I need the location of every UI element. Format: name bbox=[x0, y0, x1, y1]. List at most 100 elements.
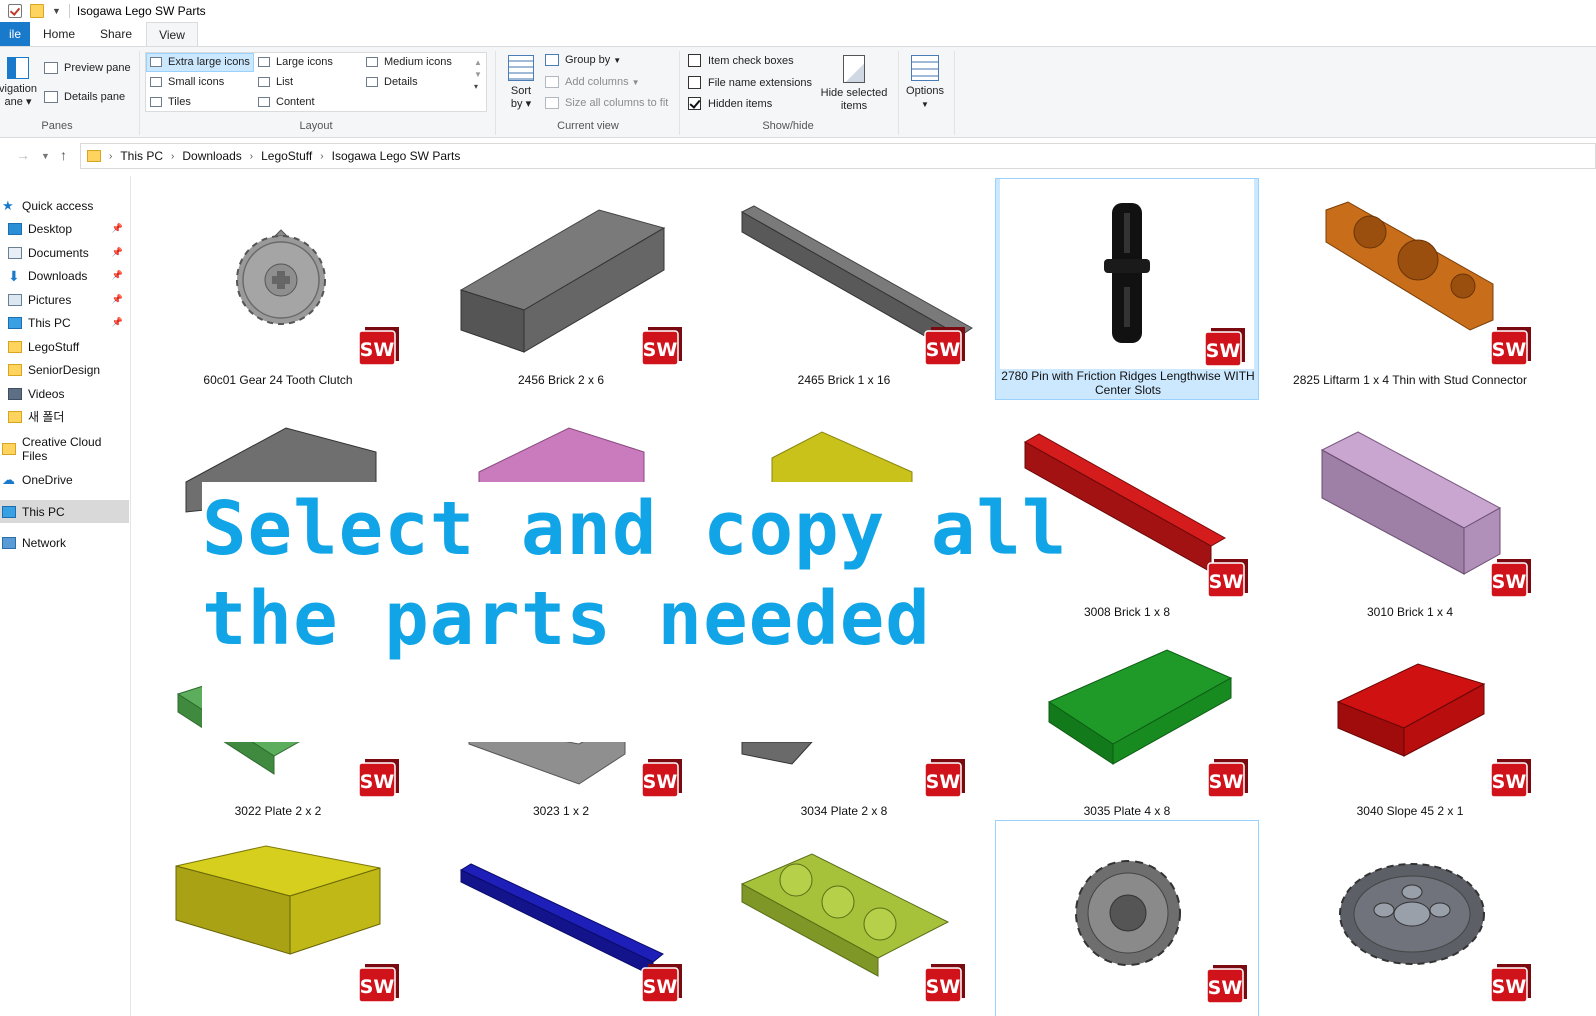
breadcrumb-downloads[interactable]: Downloads bbox=[182, 149, 241, 163]
navigation-pane-button[interactable]: vigation ane ▾ bbox=[0, 57, 40, 109]
file-item[interactable]: SW bbox=[1278, 836, 1542, 1016]
file-item[interactable]: SW 2825 Liftarm 1 x 4 Thin with Stud Con… bbox=[1278, 180, 1542, 402]
pin-icon[interactable]: 📌 bbox=[112, 223, 123, 234]
breadcrumb-this-pc[interactable]: This PC bbox=[120, 149, 163, 163]
layout-list[interactable]: List bbox=[258, 76, 293, 88]
file-name-extensions-checkbox[interactable] bbox=[688, 76, 701, 89]
hidden-items-checkbox[interactable] bbox=[688, 97, 701, 110]
sidebar-item-label: Documents bbox=[28, 245, 89, 260]
item-check-boxes-checkbox[interactable] bbox=[688, 54, 701, 67]
hide-selected-items-icon bbox=[843, 55, 865, 83]
sort-by-button[interactable]: Sort by ▾ bbox=[505, 55, 537, 111]
sidebar-item-downloads[interactable]: ⬇ Downloads 📌 bbox=[0, 264, 129, 287]
add-columns-button[interactable]: Add columns ▼ bbox=[545, 76, 640, 88]
content-icon bbox=[258, 97, 270, 107]
sidebar-item-documents[interactable]: Documents 📌 bbox=[0, 241, 129, 264]
breadcrumb-separator-icon[interactable]: › bbox=[250, 151, 253, 162]
file-item[interactable]: SW 3040 Slope 45 2 x 1 bbox=[1278, 624, 1542, 846]
sidebar-item-label: Videos bbox=[28, 386, 65, 401]
tab-share[interactable]: Share bbox=[92, 22, 140, 46]
layout-tiles[interactable]: Tiles bbox=[150, 96, 191, 108]
customize-toolbar-chevron-icon[interactable]: ▼ bbox=[52, 6, 61, 16]
layout-scroll-arrows[interactable]: ▲ ▼ ▾ bbox=[474, 57, 482, 93]
options-button[interactable]: Options ▼ bbox=[902, 55, 948, 111]
preview-pane-button[interactable]: Preview pane bbox=[44, 62, 131, 74]
pin-icon[interactable]: 📌 bbox=[112, 317, 123, 328]
large-icons-label: Large icons bbox=[276, 56, 333, 68]
breadcrumb-separator-icon[interactable]: › bbox=[320, 151, 323, 162]
sidebar-item-seniordesign[interactable]: SeniorDesign bbox=[0, 358, 129, 381]
group-separator bbox=[139, 51, 140, 135]
window-title: Isogawa Lego SW Parts bbox=[76, 4, 206, 18]
up-arrow-icon[interactable]: ↑ bbox=[60, 147, 67, 163]
options-icon bbox=[911, 55, 939, 81]
tab-file[interactable]: ile bbox=[0, 22, 30, 46]
layout-extra-large-icons[interactable]: Extra large icons bbox=[150, 56, 250, 68]
hidden-items-toggle[interactable]: Hidden items bbox=[688, 97, 772, 110]
sidebar-item-quick-access[interactable]: ★ Quick access bbox=[0, 194, 129, 217]
layout-small-icons[interactable]: Small icons bbox=[150, 76, 224, 88]
file-item[interactable]: SW 2456 Brick 2 x 6 bbox=[429, 180, 693, 402]
layout-large-icons[interactable]: Large icons bbox=[258, 56, 333, 68]
address-bar[interactable]: › This PC › Downloads › LegoStuff › Isog… bbox=[80, 143, 1596, 169]
pin-icon[interactable]: 📌 bbox=[112, 247, 123, 258]
group-by-button[interactable]: Group by ▼ bbox=[545, 54, 621, 66]
file-item[interactable]: SW bbox=[712, 836, 976, 1016]
sidebar-item-desktop[interactable]: Desktop 📌 bbox=[0, 217, 129, 240]
breadcrumb-separator-icon[interactable]: › bbox=[171, 151, 174, 162]
layout-details[interactable]: Details bbox=[366, 76, 418, 88]
breadcrumb-legostuff[interactable]: LegoStuff bbox=[261, 149, 312, 163]
file-item-selected[interactable]: SW 2780 Pin with Friction Ridges Lengthw… bbox=[995, 178, 1259, 400]
file-item[interactable]: SW 3010 Brick 1 x 4 bbox=[1278, 412, 1542, 634]
sidebar-item-onedrive[interactable]: ☁ OneDrive bbox=[0, 468, 129, 491]
pin-icon[interactable]: 📌 bbox=[112, 294, 123, 305]
sidebar-item-label: Downloads bbox=[28, 268, 88, 283]
sidebar-item-network[interactable]: Network bbox=[0, 531, 129, 554]
file-item[interactable]: SW 60c01 Gear 24 Tooth Clutch bbox=[146, 180, 410, 402]
solidworks-file-icon: SW bbox=[640, 323, 684, 367]
add-columns-label: Add columns bbox=[565, 76, 629, 88]
add-columns-chevron-icon: ▼ bbox=[631, 77, 640, 87]
item-check-boxes-toggle[interactable]: Item check boxes bbox=[688, 54, 794, 67]
hide-selected-items-button[interactable]: Hide selected items bbox=[818, 55, 890, 113]
documents-icon bbox=[8, 246, 22, 259]
overlay-line-1: Select and copy all bbox=[202, 486, 1068, 572]
sidebar-item-videos[interactable]: Videos bbox=[0, 382, 129, 405]
file-item[interactable]: SW 3035 Plate 4 x 8 bbox=[995, 624, 1259, 846]
new-folder-icon[interactable] bbox=[30, 4, 44, 18]
recent-locations-chevron-icon[interactable]: ▼ bbox=[41, 151, 50, 161]
sidebar-item-new-folder[interactable]: 새 폴더 bbox=[0, 405, 129, 428]
tab-view[interactable]: View bbox=[146, 22, 198, 47]
layout-medium-icons[interactable]: Medium icons bbox=[366, 56, 452, 68]
file-item-selected[interactable]: SW bbox=[995, 820, 1259, 1016]
pin-icon[interactable]: 📌 bbox=[112, 270, 123, 281]
solidworks-file-icon: SW bbox=[923, 323, 967, 367]
solidworks-badge-text: SW bbox=[1492, 771, 1527, 793]
file-name: 2456 Brick 2 x 6 bbox=[517, 373, 605, 387]
add-columns-icon bbox=[545, 76, 559, 88]
sidebar-item-this-pc[interactable]: This PC bbox=[0, 500, 129, 523]
tab-home[interactable]: Home bbox=[36, 22, 82, 46]
properties-icon[interactable] bbox=[8, 4, 22, 18]
file-name-extensions-toggle[interactable]: File name extensions bbox=[688, 76, 812, 89]
extra-large-icons-icon bbox=[150, 57, 162, 67]
solidworks-file-icon: SW bbox=[1205, 961, 1249, 1005]
sidebar-item-legostuff[interactable]: LegoStuff bbox=[0, 335, 129, 358]
solidworks-badge-text: SW bbox=[643, 771, 678, 793]
sidebar-item-creative-cloud[interactable]: Creative Cloud Files bbox=[0, 435, 129, 463]
breadcrumb-separator-icon[interactable]: › bbox=[109, 151, 112, 162]
file-item[interactable]: SW bbox=[429, 836, 693, 1016]
sidebar-item-label: This PC bbox=[22, 504, 65, 519]
size-columns-button[interactable]: Size all columns to fit bbox=[545, 97, 668, 109]
breadcrumb-current-folder[interactable]: Isogawa Lego SW Parts bbox=[332, 149, 461, 163]
forward-arrow-icon[interactable]: → bbox=[16, 147, 30, 163]
file-item[interactable]: SW bbox=[146, 836, 410, 1016]
sidebar-item-this-pc-pinned[interactable]: This PC 📌 bbox=[0, 311, 129, 334]
file-item[interactable]: SW 2465 Brick 1 x 16 bbox=[712, 180, 976, 402]
content-label: Content bbox=[276, 96, 315, 108]
details-pane-button[interactable]: Details pane bbox=[44, 91, 125, 103]
solidworks-badge-text: SW bbox=[1209, 771, 1244, 793]
sidebar-item-pictures[interactable]: Pictures 📌 bbox=[0, 288, 129, 311]
layout-content[interactable]: Content bbox=[258, 96, 315, 108]
solidworks-file-icon: SW bbox=[357, 755, 401, 799]
